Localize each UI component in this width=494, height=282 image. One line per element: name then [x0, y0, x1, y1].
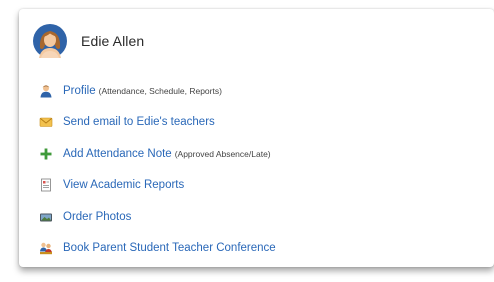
plus-icon	[39, 147, 53, 161]
user-icon	[39, 84, 53, 98]
envelope-icon	[39, 115, 53, 129]
attendance-note-link[interactable]: Add Attendance Note	[63, 148, 172, 160]
order-photos-link[interactable]: Order Photos	[63, 211, 131, 223]
email-teachers-link[interactable]: Send email to Edie's teachers	[63, 116, 215, 128]
student-avatar-icon	[33, 24, 67, 58]
conference-icon	[39, 241, 53, 255]
profile-link[interactable]: Profile	[63, 85, 96, 97]
profile-link-note: (Attendance, Schedule, Reports)	[98, 85, 222, 96]
student-links-list: Profile (Attendance, Schedule, Reports) …	[39, 75, 279, 264]
student-name: Edie Allen	[81, 33, 145, 49]
academic-reports-link[interactable]: View Academic Reports	[63, 179, 184, 191]
student-card: Edie Allen Profile (Attendance, Schedule…	[19, 9, 494, 267]
order-photos-link-item[interactable]: Order Photos	[39, 201, 279, 233]
camera-icon	[39, 210, 53, 224]
attendance-note-hint: (Approved Absence/Late)	[174, 148, 271, 159]
conference-link[interactable]: Book Parent Student Teacher Conference	[63, 242, 276, 254]
page: Edie Allen Profile (Attendance, Schedule…	[0, 0, 494, 282]
academic-reports-link-item[interactable]: View Academic Reports	[39, 170, 279, 202]
conference-link-item[interactable]: Book Parent Student Teacher Conference	[39, 233, 279, 265]
email-teachers-link-item[interactable]: Send email to Edie's teachers	[39, 107, 279, 139]
avatar	[33, 24, 67, 58]
attendance-note-link-item[interactable]: Add Attendance Note (Approved Absence/La…	[39, 138, 279, 170]
student-header: Edie Allen	[33, 23, 144, 59]
report-icon	[39, 178, 53, 192]
profile-link-item[interactable]: Profile (Attendance, Schedule, Reports)	[39, 75, 279, 107]
